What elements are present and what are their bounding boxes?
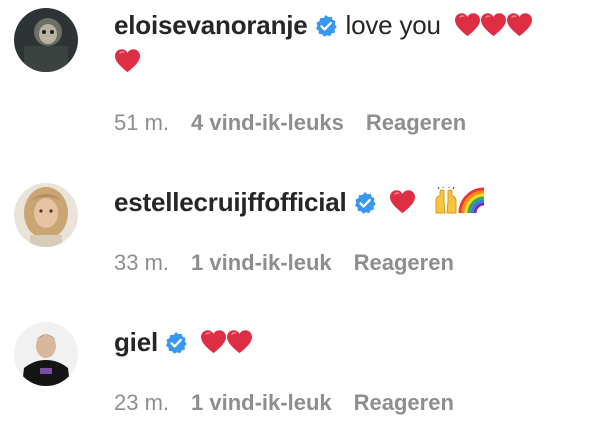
comment-meta: 33 m. 1 vind-ik-leuk Reageren xyxy=(114,250,476,276)
avatar[interactable] xyxy=(14,322,78,386)
comment-text-line: giel xyxy=(114,323,570,361)
red-heart-icon xyxy=(506,12,533,37)
red-heart-icon xyxy=(226,329,253,354)
red-heart-icon xyxy=(389,189,416,214)
rainbow-icon xyxy=(458,187,484,214)
red-heart-icon xyxy=(200,329,227,354)
likes-count[interactable]: 4 vind-ik-leuks xyxy=(191,110,344,135)
comment-meta: 23 m. 1 vind-ik-leuk Reageren xyxy=(114,390,476,416)
reply-button[interactable]: Reageren xyxy=(354,390,454,415)
comment-time[interactable]: 23 m. xyxy=(114,390,169,415)
username[interactable]: giel xyxy=(114,327,158,357)
reply-button[interactable]: Reageren xyxy=(366,110,466,135)
likes-count[interactable]: 1 vind-ik-leuk xyxy=(191,390,332,415)
comment-text-line: estellecruijffofficial xyxy=(114,183,570,221)
raising-hands-icon xyxy=(435,187,457,214)
username[interactable]: eloisevanoranje xyxy=(114,10,308,40)
red-heart-icon xyxy=(454,12,481,37)
comment-text-line xyxy=(114,42,570,80)
comment-text-line: eloisevanoranje love you xyxy=(114,6,570,44)
verified-badge-icon xyxy=(314,14,338,38)
verified-badge-icon xyxy=(164,331,188,355)
username[interactable]: estellecruijffofficial xyxy=(114,187,347,217)
avatar[interactable] xyxy=(14,183,78,247)
avatar[interactable] xyxy=(14,8,78,72)
red-heart-icon xyxy=(114,48,141,73)
verified-badge-icon xyxy=(353,191,377,215)
comment-time[interactable]: 33 m. xyxy=(114,250,169,275)
comment-meta: 51 m. 4 vind-ik-leuks Reageren xyxy=(114,110,488,136)
comment-time[interactable]: 51 m. xyxy=(114,110,169,135)
reply-button[interactable]: Reageren xyxy=(354,250,454,275)
likes-count[interactable]: 1 vind-ik-leuk xyxy=(191,250,332,275)
red-heart-icon xyxy=(480,12,507,37)
comment-text: love you xyxy=(345,10,441,40)
